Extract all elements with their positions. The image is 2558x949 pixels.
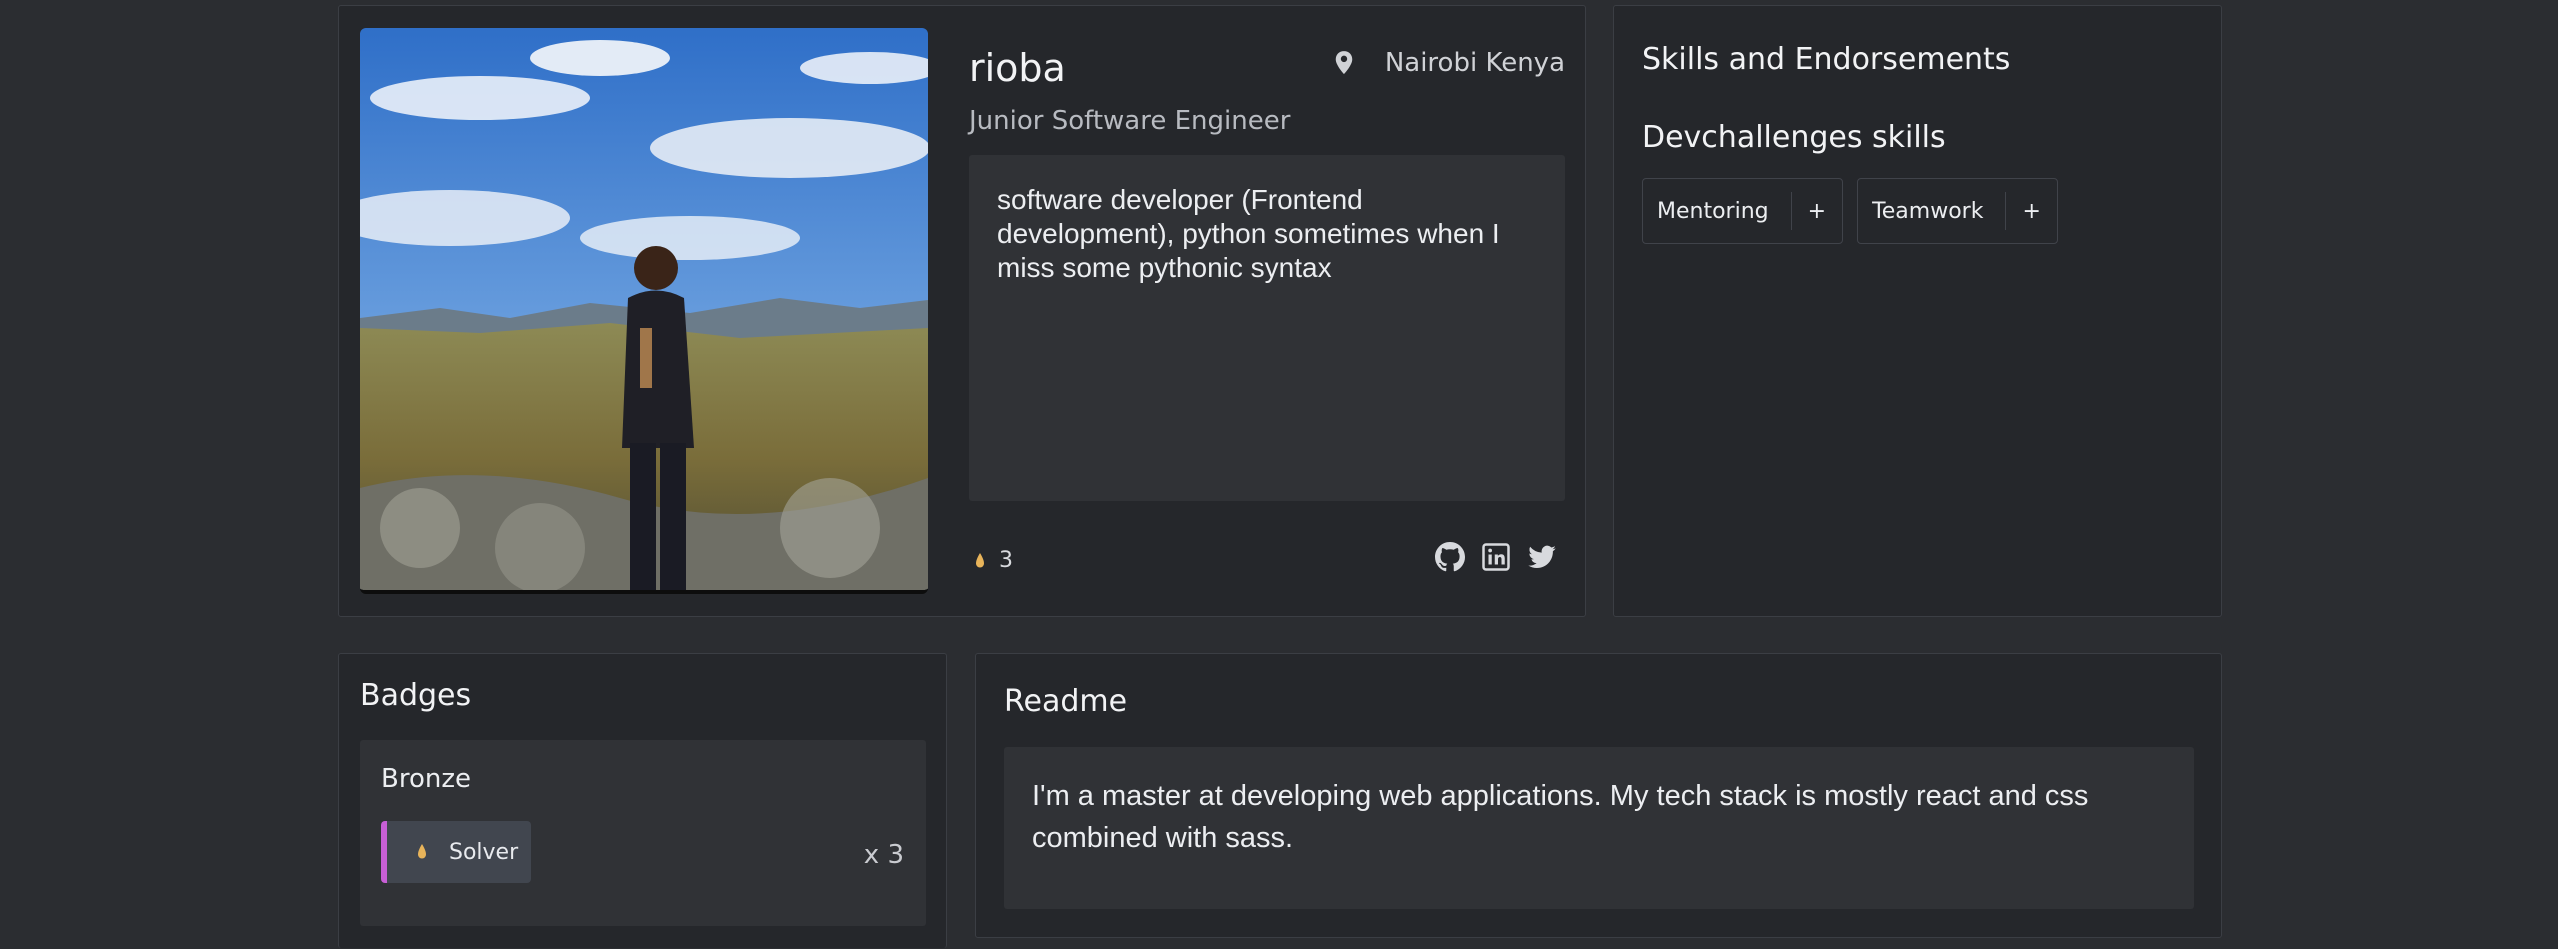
endorse-button[interactable]: + [1790, 192, 1842, 230]
points: 3 [975, 548, 1013, 573]
flame-icon [418, 844, 426, 859]
flame-icon [976, 552, 984, 567]
devchallenges-skills-title: Devchallenges skills [1642, 120, 1946, 155]
skills-card: Skills and Endorsements Devchallenges sk… [1613, 5, 2222, 617]
badge-label: Solver [449, 839, 519, 865]
readme-content: I'm a master at developing web applicati… [1004, 747, 2194, 909]
badges-card: Badges Bronze Solver x 3 [338, 653, 947, 948]
skill-label: Teamwork [1872, 198, 1984, 224]
points-count: 3 [999, 548, 1013, 573]
linkedin-icon[interactable] [1481, 542, 1511, 572]
user-name: rioba [969, 46, 1066, 90]
location-pin-icon [1335, 51, 1353, 74]
badge-count: x 3 [863, 840, 904, 870]
badge-solver[interactable]: Solver [381, 821, 531, 883]
location: Nairobi Kenya [1333, 48, 1565, 78]
location-text: Nairobi Kenya [1384, 48, 1565, 78]
twitter-icon[interactable] [1527, 542, 1557, 572]
job-title: Junior Software Engineer [969, 106, 1291, 136]
endorse-button[interactable]: + [2005, 192, 2056, 230]
skills-title: Skills and Endorsements [1642, 42, 2011, 77]
github-icon[interactable] [1435, 542, 1465, 572]
badge-group-bronze: Bronze Solver x 3 [360, 740, 926, 926]
readme-card: Readme I'm a master at developing web ap… [975, 653, 2222, 938]
skill-chip-mentoring: Mentoring + [1642, 178, 1844, 244]
skill-chip-teamwork: Teamwork + [1857, 178, 2058, 244]
social-links [1435, 542, 1557, 572]
skill-list: Mentoring + Teamwork + [1642, 178, 2058, 244]
bio: software developer (Frontend development… [969, 155, 1565, 501]
badge-group-title: Bronze [381, 764, 471, 794]
profile-photo [360, 28, 928, 594]
readme-title: Readme [1004, 684, 1128, 719]
profile-card: rioba Nairobi Kenya Junior Software Engi… [338, 5, 1586, 617]
skill-label: Mentoring [1657, 198, 1769, 224]
badges-title: Badges [360, 678, 472, 713]
